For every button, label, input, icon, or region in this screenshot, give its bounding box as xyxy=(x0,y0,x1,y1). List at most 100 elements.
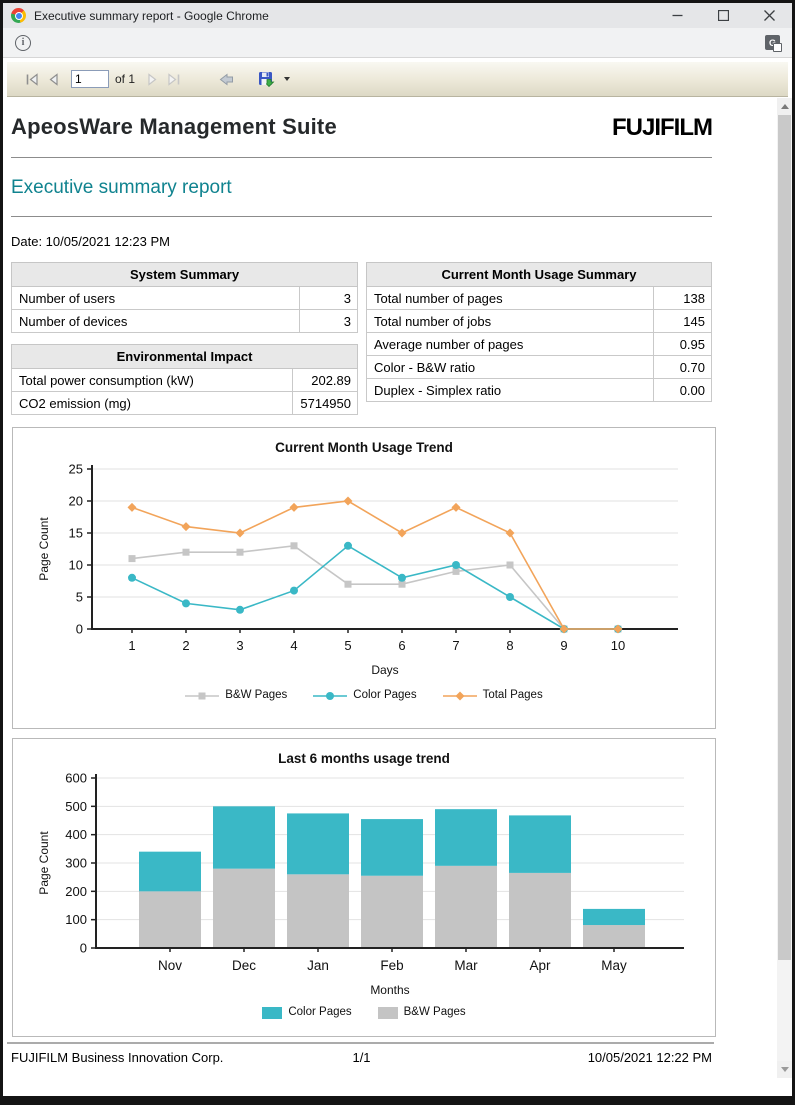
legend-item: Color Pages xyxy=(313,689,416,701)
legend-swatch-icon xyxy=(378,1007,398,1019)
legend-swatch-icon xyxy=(313,691,347,701)
next-page-button[interactable] xyxy=(143,71,163,88)
environmental-impact-table: Environmental Impact Total power consump… xyxy=(11,344,358,415)
row-label: Color - B&W ratio xyxy=(367,356,654,379)
system-summary-table: System Summary Number of users 3 Number … xyxy=(11,262,358,333)
legend-item: Total Pages xyxy=(443,689,543,701)
row-value: 0.70 xyxy=(654,356,712,379)
svg-text:200: 200 xyxy=(65,884,87,899)
svg-text:10: 10 xyxy=(69,558,83,573)
report-title: Executive summary report xyxy=(11,177,712,199)
report-toolbar: of 1 xyxy=(3,58,792,98)
table-row: Number of users 3 xyxy=(12,287,358,310)
bar-chart-legend: Color Pages B&W Pages xyxy=(13,1005,715,1019)
legend-label: B&W Pages xyxy=(404,1006,466,1018)
svg-text:500: 500 xyxy=(65,799,87,814)
svg-text:Apr: Apr xyxy=(529,958,551,973)
address-info-bar: i G xyxy=(3,28,792,58)
svg-text:0: 0 xyxy=(76,622,83,637)
row-label: CO2 emission (mg) xyxy=(12,392,293,415)
svg-text:600: 600 xyxy=(65,771,87,786)
table-title: Current Month Usage Summary xyxy=(367,263,712,287)
browser-window: Executive summary report - Google Chrome… xyxy=(0,0,795,1105)
row-label: Number of users xyxy=(12,287,300,310)
close-button[interactable] xyxy=(746,3,792,28)
row-value: 5714950 xyxy=(293,392,358,415)
svg-text:1: 1 xyxy=(128,638,135,653)
previous-page-button[interactable] xyxy=(43,71,63,88)
legend-item: B&W Pages xyxy=(185,689,287,701)
bar-chart: 0100200300400500600NovDecJanFebMarAprMay… xyxy=(16,768,712,1003)
translate-icon[interactable]: G xyxy=(765,35,780,50)
window-controls xyxy=(654,3,792,28)
svg-text:8: 8 xyxy=(506,638,513,653)
footer-page-number: 1/1 xyxy=(245,1050,479,1065)
legend-swatch-icon xyxy=(185,691,219,701)
info-icon[interactable]: i xyxy=(15,35,31,51)
last-page-button[interactable] xyxy=(163,71,185,88)
export-save-button[interactable] xyxy=(254,69,280,89)
row-label: Total number of jobs xyxy=(367,310,654,333)
row-label: Number of devices xyxy=(12,310,300,333)
vertical-scrollbar[interactable] xyxy=(777,98,792,1078)
line-chart-legend: B&W Pages Color Pages Total Pages xyxy=(13,689,715,701)
scrollbar-down-button[interactable] xyxy=(777,1061,792,1078)
svg-text:300: 300 xyxy=(65,856,87,871)
summary-tables: System Summary Number of users 3 Number … xyxy=(11,262,712,415)
window-titlebar[interactable]: Executive summary report - Google Chrome xyxy=(3,3,792,28)
export-dropdown-caret[interactable] xyxy=(280,75,294,83)
legend-label: Color Pages xyxy=(353,689,416,701)
table-title: Environmental Impact xyxy=(12,345,358,369)
fujifilm-logo: FUJIFILM xyxy=(612,114,712,142)
row-value: 145 xyxy=(654,310,712,333)
svg-text:May: May xyxy=(601,958,627,973)
svg-text:5: 5 xyxy=(76,590,83,605)
page-number-input[interactable] xyxy=(71,70,109,88)
table-row: Total power consumption (kW) 202.89 xyxy=(12,369,358,392)
arrow-down-icon xyxy=(781,1067,789,1072)
scrollbar-up-button[interactable] xyxy=(777,98,792,115)
minimize-button[interactable] xyxy=(654,3,700,28)
svg-text:Feb: Feb xyxy=(380,958,403,973)
svg-text:Nov: Nov xyxy=(158,958,182,973)
svg-text:Page Count: Page Count xyxy=(37,831,51,895)
chrome-icon xyxy=(11,8,26,23)
svg-text:15: 15 xyxy=(69,526,83,541)
row-label: Total power consumption (kW) xyxy=(12,369,293,392)
svg-text:6: 6 xyxy=(398,638,405,653)
legend-swatch-icon xyxy=(443,691,477,701)
arrow-up-icon xyxy=(781,104,789,109)
row-value: 0.95 xyxy=(654,333,712,356)
row-value: 3 xyxy=(300,287,358,310)
chart-title: Current Month Usage Trend xyxy=(13,440,715,455)
legend-swatch-icon xyxy=(262,1007,282,1019)
first-page-button[interactable] xyxy=(21,71,43,88)
row-value: 202.89 xyxy=(293,369,358,392)
svg-text:Page Count: Page Count xyxy=(37,517,51,581)
footer-company: FUJIFILM Business Innovation Corp. xyxy=(11,1050,245,1065)
table-row: Total number of pages 138 xyxy=(367,287,712,310)
row-value: 3 xyxy=(300,310,358,333)
line-chart: 051015202512345678910DaysPage Count xyxy=(16,457,712,687)
svg-text:25: 25 xyxy=(69,462,83,477)
chart-title: Last 6 months usage trend xyxy=(13,751,715,766)
maximize-button[interactable] xyxy=(700,3,746,28)
scrollbar-thumb[interactable] xyxy=(778,115,791,960)
page-count-label: of 1 xyxy=(115,72,135,86)
report-viewport: ApeosWare Management Suite FUJIFILM Exec… xyxy=(3,98,792,1096)
svg-text:3: 3 xyxy=(236,638,243,653)
svg-text:400: 400 xyxy=(65,827,87,842)
table-title: System Summary xyxy=(12,263,358,287)
svg-text:Mar: Mar xyxy=(454,958,478,973)
table-row: Average number of pages 0.95 xyxy=(367,333,712,356)
bar-chart-panel: Last 6 months usage trend 01002003004005… xyxy=(12,738,716,1037)
legend-label: Color Pages xyxy=(288,1006,351,1018)
legend-label: Total Pages xyxy=(483,689,543,701)
back-to-parent-button[interactable] xyxy=(215,71,238,88)
table-row: CO2 emission (mg) 5714950 xyxy=(12,392,358,415)
svg-text:2: 2 xyxy=(182,638,189,653)
usage-summary-table: Current Month Usage Summary Total number… xyxy=(366,262,712,402)
footer-divider xyxy=(7,1042,714,1044)
svg-text:100: 100 xyxy=(65,912,87,927)
row-label: Total number of pages xyxy=(367,287,654,310)
